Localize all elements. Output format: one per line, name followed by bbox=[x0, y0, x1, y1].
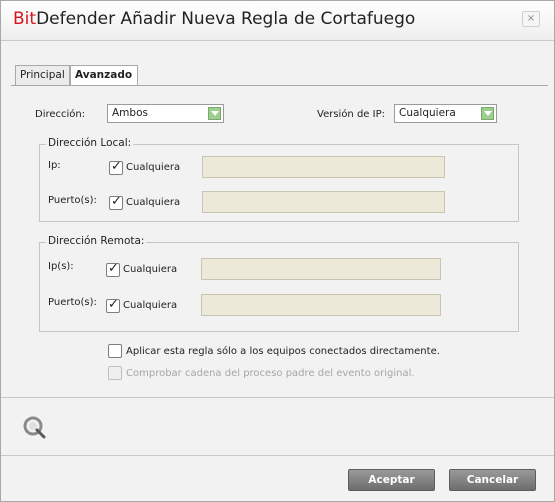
tab-principal[interactable]: Principal bbox=[15, 65, 70, 85]
remote-address-group: Dirección Remota: Ip(s): Cualquiera Puer… bbox=[39, 235, 519, 332]
ip-version-select[interactable]: Cualquiera bbox=[394, 104, 497, 123]
tab-content-avanzado: Dirección: Ambos Versión de IP: Cualquie… bbox=[11, 85, 548, 385]
remote-port-label: Puerto(s): bbox=[48, 297, 97, 308]
title-text: Defender Añadir Nueva Regla de Cortafueg… bbox=[36, 9, 416, 29]
remote-port-any-checkbox[interactable] bbox=[106, 297, 120, 313]
local-address-legend: Dirección Local: bbox=[46, 137, 134, 149]
remote-port-field[interactable] bbox=[201, 294, 441, 316]
remote-ip-any-checkbox[interactable] bbox=[106, 261, 120, 277]
chevron-down-icon[interactable] bbox=[208, 107, 221, 120]
divider bbox=[1, 455, 554, 456]
direct-only-checkbox[interactable] bbox=[108, 344, 122, 358]
local-ip-label: Ip: bbox=[48, 160, 61, 171]
tab-avanzado[interactable]: Avanzado bbox=[70, 65, 138, 86]
parent-chain-label: Comprobar cadena del proceso padre del e… bbox=[126, 368, 415, 379]
direct-only-label: Aplicar esta regla sólo a los equipos co… bbox=[126, 346, 440, 357]
local-port-any-checkbox[interactable] bbox=[109, 194, 123, 210]
ip-version-value: Cualquiera bbox=[399, 107, 456, 119]
parent-chain-checkbox[interactable] bbox=[108, 366, 122, 380]
direction-value: Ambos bbox=[112, 107, 148, 119]
direction-label: Dirección: bbox=[35, 109, 86, 120]
accept-button[interactable]: Aceptar bbox=[348, 469, 435, 491]
direction-select[interactable]: Ambos bbox=[107, 104, 224, 123]
local-port-label: Puerto(s): bbox=[48, 195, 97, 206]
remote-address-legend: Dirección Remota: bbox=[46, 235, 147, 247]
local-ip-field[interactable] bbox=[202, 156, 445, 178]
bitdefender-q-icon bbox=[23, 416, 46, 439]
remote-ip-field[interactable] bbox=[201, 258, 441, 280]
local-port-any-label: Cualquiera bbox=[126, 197, 181, 208]
remote-ip-label: Ip(s): bbox=[48, 261, 74, 272]
remote-port-any-label: Cualquiera bbox=[123, 300, 178, 311]
local-address-group: Dirección Local: Ip: Cualquiera Puerto(s… bbox=[39, 137, 519, 222]
title-bar: BitDefender Añadir Nueva Regla de Cortaf… bbox=[1, 1, 554, 41]
cancel-button[interactable]: Cancelar bbox=[449, 469, 536, 491]
remote-ip-any-label: Cualquiera bbox=[123, 264, 178, 275]
local-ip-any-checkbox[interactable] bbox=[109, 159, 123, 175]
divider bbox=[1, 397, 554, 398]
close-button[interactable]: × bbox=[522, 11, 540, 27]
ip-version-label: Versión de IP: bbox=[317, 109, 385, 120]
local-ip-any-label: Cualquiera bbox=[126, 162, 181, 173]
local-port-field[interactable] bbox=[202, 191, 445, 213]
window-title: BitDefender Añadir Nueva Regla de Cortaf… bbox=[13, 9, 415, 29]
title-brand: Bit bbox=[13, 9, 37, 29]
dialog-window: BitDefender Añadir Nueva Regla de Cortaf… bbox=[0, 0, 555, 502]
chevron-down-icon[interactable] bbox=[481, 107, 494, 120]
